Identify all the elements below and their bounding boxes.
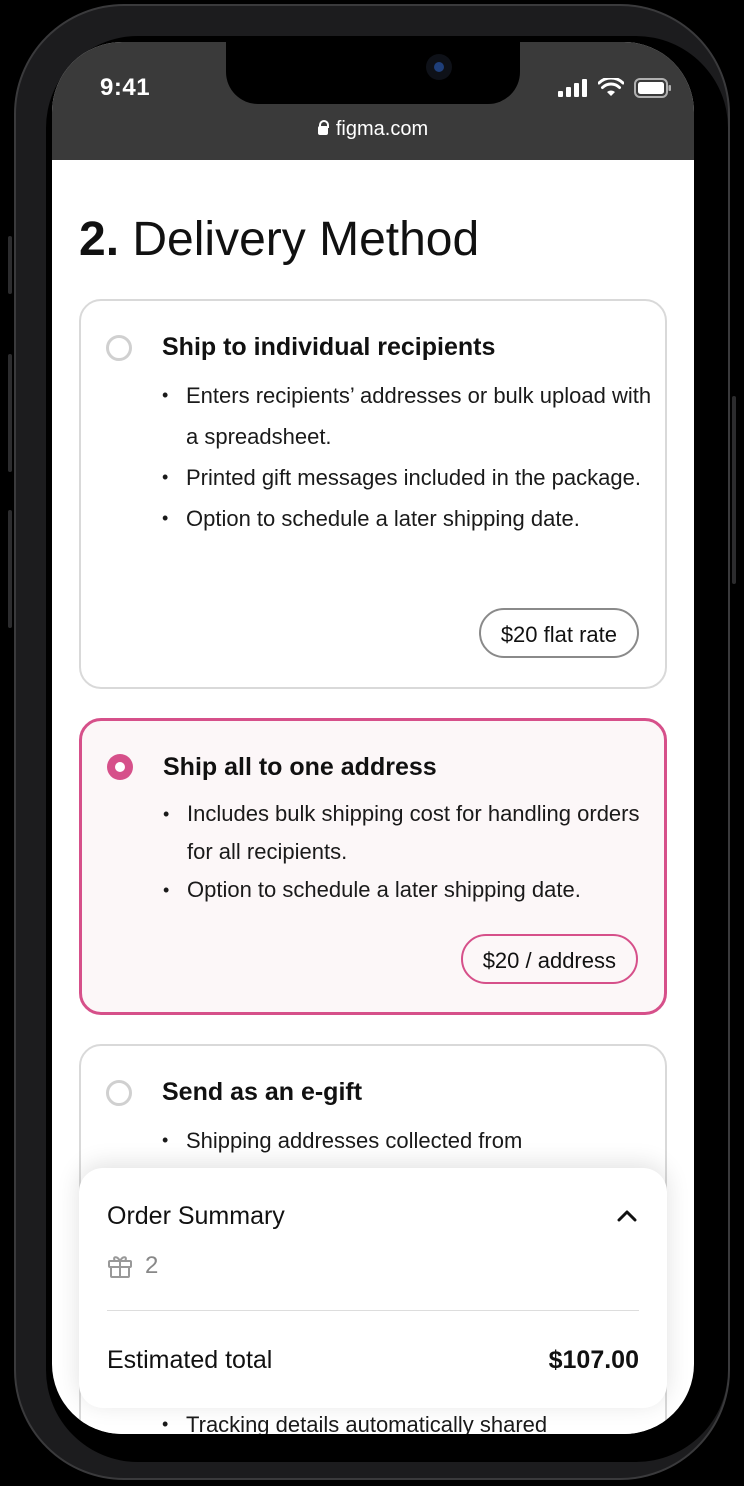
order-summary-title: Order Summary	[107, 1202, 285, 1230]
radio-button[interactable]	[106, 1080, 132, 1106]
power-button	[732, 396, 736, 584]
url-text: figma.com	[335, 118, 429, 140]
step-title: Delivery Method	[132, 213, 480, 266]
cellular-signal-icon	[558, 79, 587, 97]
delivery-option-individual[interactable]: Ship to individual recipients Enters rec…	[79, 299, 667, 689]
gift-count: 2	[145, 1252, 159, 1279]
option-title: Ship to individual recipients	[162, 333, 496, 361]
radio-button-selected[interactable]	[107, 754, 133, 780]
option-details: Shipping addresses collected from	[162, 1120, 652, 1161]
gift-icon	[108, 1256, 132, 1278]
radio-button[interactable]	[106, 335, 132, 361]
option-detail: Option to schedule a later shipping date…	[162, 498, 652, 539]
option-title: Ship all to one address	[163, 753, 437, 781]
option-detail: Printed gift messages included in the pa…	[162, 457, 652, 498]
page-title: 2. Delivery Method	[79, 212, 479, 267]
notch	[226, 42, 520, 104]
volume-down-button	[8, 510, 12, 628]
option-detail: Includes bulk shipping cost for handling…	[163, 795, 653, 871]
status-icons	[558, 78, 672, 98]
step-number: 2.	[79, 213, 120, 266]
battery-icon	[634, 78, 671, 98]
url-bar[interactable]: figma.com	[52, 118, 694, 141]
gift-count-row: 2	[107, 1252, 158, 1280]
order-summary-sheet[interactable]: Order Summary 2 Estimated total $107.00	[79, 1168, 667, 1408]
camera-icon	[426, 54, 452, 80]
chevron-up-icon[interactable]	[617, 1206, 637, 1226]
lock-icon	[317, 120, 329, 135]
price-badge: $20 flat rate	[478, 608, 639, 658]
wifi-icon	[598, 78, 624, 96]
status-bar: 9:41 figma.com	[52, 42, 694, 160]
mute-switch	[8, 236, 12, 294]
option-detail: Tracking details automatically shared	[162, 1404, 652, 1434]
option-details-continued: Tracking details automatically shared	[162, 1404, 652, 1434]
volume-up-button	[8, 354, 12, 472]
divider	[107, 1310, 639, 1311]
option-detail: Enters recipients’ addresses or bulk upl…	[162, 375, 652, 457]
estimated-total-value: $107.00	[548, 1346, 639, 1374]
delivery-option-one-address[interactable]: Ship all to one address Includes bulk sh…	[79, 718, 667, 1015]
status-time: 9:41	[100, 74, 151, 101]
option-details: Includes bulk shipping cost for handling…	[163, 795, 653, 909]
option-detail: Shipping addresses collected from	[162, 1120, 652, 1161]
option-title: Send as an e-gift	[162, 1078, 363, 1106]
estimated-total-label: Estimated total	[107, 1346, 273, 1374]
screen: 9:41 figma.com 2. Delivery Method Ship t…	[52, 42, 694, 1434]
option-details: Enters recipients’ addresses or bulk upl…	[162, 375, 652, 539]
option-detail: Option to schedule a later shipping date…	[163, 871, 653, 909]
price-badge: $20 / address	[460, 934, 638, 984]
